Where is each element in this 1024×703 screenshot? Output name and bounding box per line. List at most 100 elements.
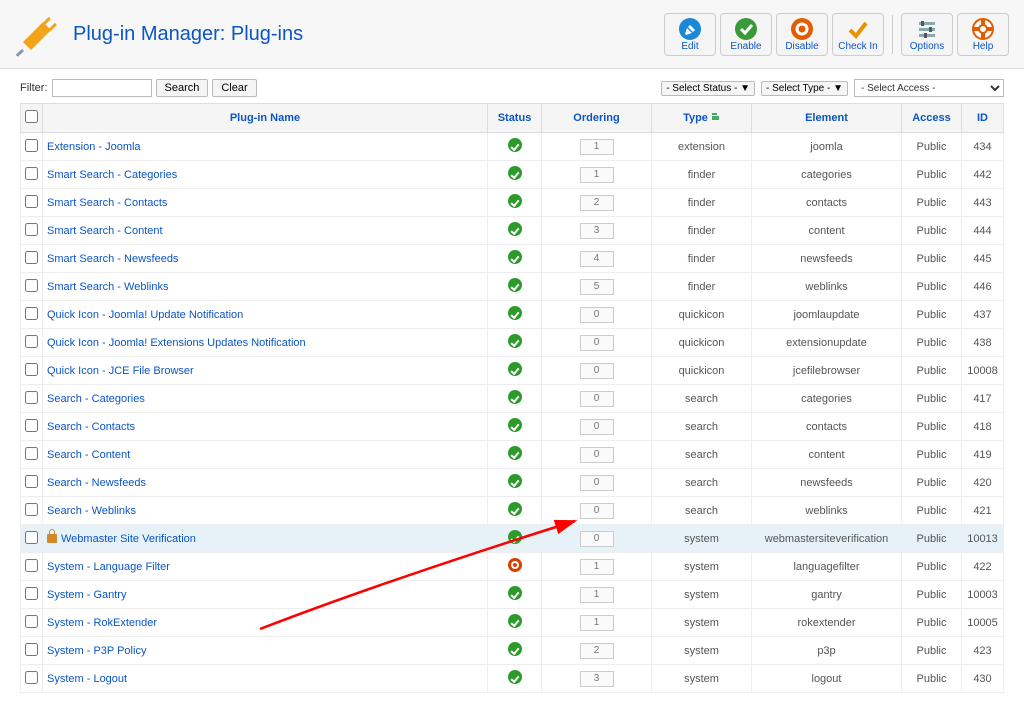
row-checkbox[interactable] <box>25 587 38 600</box>
plugin-link[interactable]: Webmaster Site Verification <box>61 533 196 545</box>
clear-button[interactable]: Clear <box>212 79 256 97</box>
ordering-input[interactable] <box>580 335 614 351</box>
checkin-button[interactable]: Check In <box>832 13 884 56</box>
col-name[interactable]: Plug-in Name <box>43 104 488 133</box>
status-enabled-icon[interactable] <box>508 222 522 236</box>
status-enabled-icon[interactable] <box>508 306 522 320</box>
access-select[interactable]: - Select Access - <box>854 79 1004 97</box>
status-enabled-icon[interactable] <box>508 250 522 264</box>
ordering-input[interactable] <box>580 503 614 519</box>
type-select[interactable]: - Select Type - ▼ <box>761 81 848 96</box>
ordering-input[interactable] <box>580 251 614 267</box>
row-checkbox[interactable] <box>25 559 38 572</box>
plugin-link[interactable]: System - RokExtender <box>47 617 157 629</box>
row-checkbox[interactable] <box>25 671 38 684</box>
disable-button[interactable]: Disable <box>776 13 828 56</box>
plugin-link[interactable]: System - P3P Policy <box>47 645 146 657</box>
status-disabled-icon[interactable] <box>508 558 522 572</box>
row-checkbox[interactable] <box>25 363 38 376</box>
status-enabled-icon[interactable] <box>508 586 522 600</box>
row-checkbox[interactable] <box>25 419 38 432</box>
plugin-link[interactable]: Smart Search - Contacts <box>47 197 167 209</box>
row-checkbox[interactable] <box>25 335 38 348</box>
ordering-input[interactable] <box>580 475 614 491</box>
col-status[interactable]: Status <box>488 104 542 133</box>
status-enabled-icon[interactable] <box>508 334 522 348</box>
enable-button[interactable]: Enable <box>720 13 772 56</box>
plugin-link[interactable]: Search - Content <box>47 449 130 461</box>
ordering-input[interactable] <box>580 363 614 379</box>
status-enabled-icon[interactable] <box>508 530 522 544</box>
ordering-input[interactable] <box>580 279 614 295</box>
row-checkbox[interactable] <box>25 503 38 516</box>
options-button[interactable]: Options <box>901 13 953 56</box>
status-enabled-icon[interactable] <box>508 138 522 152</box>
status-enabled-icon[interactable] <box>508 642 522 656</box>
plugin-link[interactable]: Smart Search - Categories <box>47 169 177 181</box>
row-checkbox[interactable] <box>25 643 38 656</box>
help-button[interactable]: Help <box>957 13 1009 56</box>
status-enabled-icon[interactable] <box>508 418 522 432</box>
status-enabled-icon[interactable] <box>508 390 522 404</box>
status-enabled-icon[interactable] <box>508 502 522 516</box>
filter-input[interactable] <box>52 79 152 97</box>
ordering-input[interactable] <box>580 195 614 211</box>
ordering-input[interactable] <box>580 531 614 547</box>
col-type[interactable]: Type <box>652 104 752 133</box>
status-enabled-icon[interactable] <box>508 362 522 376</box>
row-checkbox[interactable] <box>25 615 38 628</box>
plugin-link[interactable]: Extension - Joomla <box>47 141 141 153</box>
row-checkbox[interactable] <box>25 391 38 404</box>
row-checkbox[interactable] <box>25 307 38 320</box>
plugin-link[interactable]: System - Logout <box>47 673 127 685</box>
status-select[interactable]: - Select Status - ▼ <box>661 81 755 96</box>
ordering-input[interactable] <box>580 223 614 239</box>
ordering-input[interactable] <box>580 559 614 575</box>
ordering-input[interactable] <box>580 391 614 407</box>
search-button[interactable]: Search <box>156 79 209 97</box>
status-enabled-icon[interactable] <box>508 278 522 292</box>
ordering-input[interactable] <box>580 643 614 659</box>
ordering-input[interactable] <box>580 139 614 155</box>
status-enabled-icon[interactable] <box>508 194 522 208</box>
row-checkbox[interactable] <box>25 195 38 208</box>
plugin-link[interactable]: Quick Icon - Joomla! Update Notification <box>47 309 243 321</box>
status-enabled-icon[interactable] <box>508 614 522 628</box>
plugin-link[interactable]: Search - Newsfeeds <box>47 477 146 489</box>
ordering-input[interactable] <box>580 419 614 435</box>
plugin-link[interactable]: Quick Icon - Joomla! Extensions Updates … <box>47 337 306 349</box>
plugin-link[interactable]: Search - Categories <box>47 393 145 405</box>
plugin-link[interactable]: System - Gantry <box>47 589 126 601</box>
plugin-link[interactable]: Search - Contacts <box>47 421 135 433</box>
plugin-link[interactable]: Smart Search - Content <box>47 225 163 237</box>
row-checkbox[interactable] <box>25 167 38 180</box>
status-enabled-icon[interactable] <box>508 446 522 460</box>
ordering-input[interactable] <box>580 671 614 687</box>
col-ordering[interactable]: Ordering <box>542 104 652 133</box>
status-enabled-icon[interactable] <box>508 166 522 180</box>
lock-icon[interactable] <box>47 534 57 543</box>
status-enabled-icon[interactable] <box>508 474 522 488</box>
row-checkbox[interactable] <box>25 279 38 292</box>
row-checkbox[interactable] <box>25 447 38 460</box>
plugin-link[interactable]: Smart Search - Newsfeeds <box>47 253 178 265</box>
row-checkbox[interactable] <box>25 531 38 544</box>
col-id[interactable]: ID <box>962 104 1004 133</box>
col-access[interactable]: Access <box>902 104 962 133</box>
row-checkbox[interactable] <box>25 139 38 152</box>
edit-button[interactable]: Edit <box>664 13 716 56</box>
plugin-link[interactable]: Smart Search - Weblinks <box>47 281 168 293</box>
ordering-input[interactable] <box>580 307 614 323</box>
row-checkbox[interactable] <box>25 223 38 236</box>
select-all-checkbox[interactable] <box>25 110 38 123</box>
ordering-input[interactable] <box>580 447 614 463</box>
row-checkbox[interactable] <box>25 251 38 264</box>
plugin-link[interactable]: System - Language Filter <box>47 561 170 573</box>
col-element[interactable]: Element <box>752 104 902 133</box>
ordering-input[interactable] <box>580 167 614 183</box>
ordering-input[interactable] <box>580 587 614 603</box>
ordering-input[interactable] <box>580 615 614 631</box>
plugin-link[interactable]: Search - Weblinks <box>47 505 136 517</box>
plugin-link[interactable]: Quick Icon - JCE File Browser <box>47 365 194 377</box>
row-checkbox[interactable] <box>25 475 38 488</box>
